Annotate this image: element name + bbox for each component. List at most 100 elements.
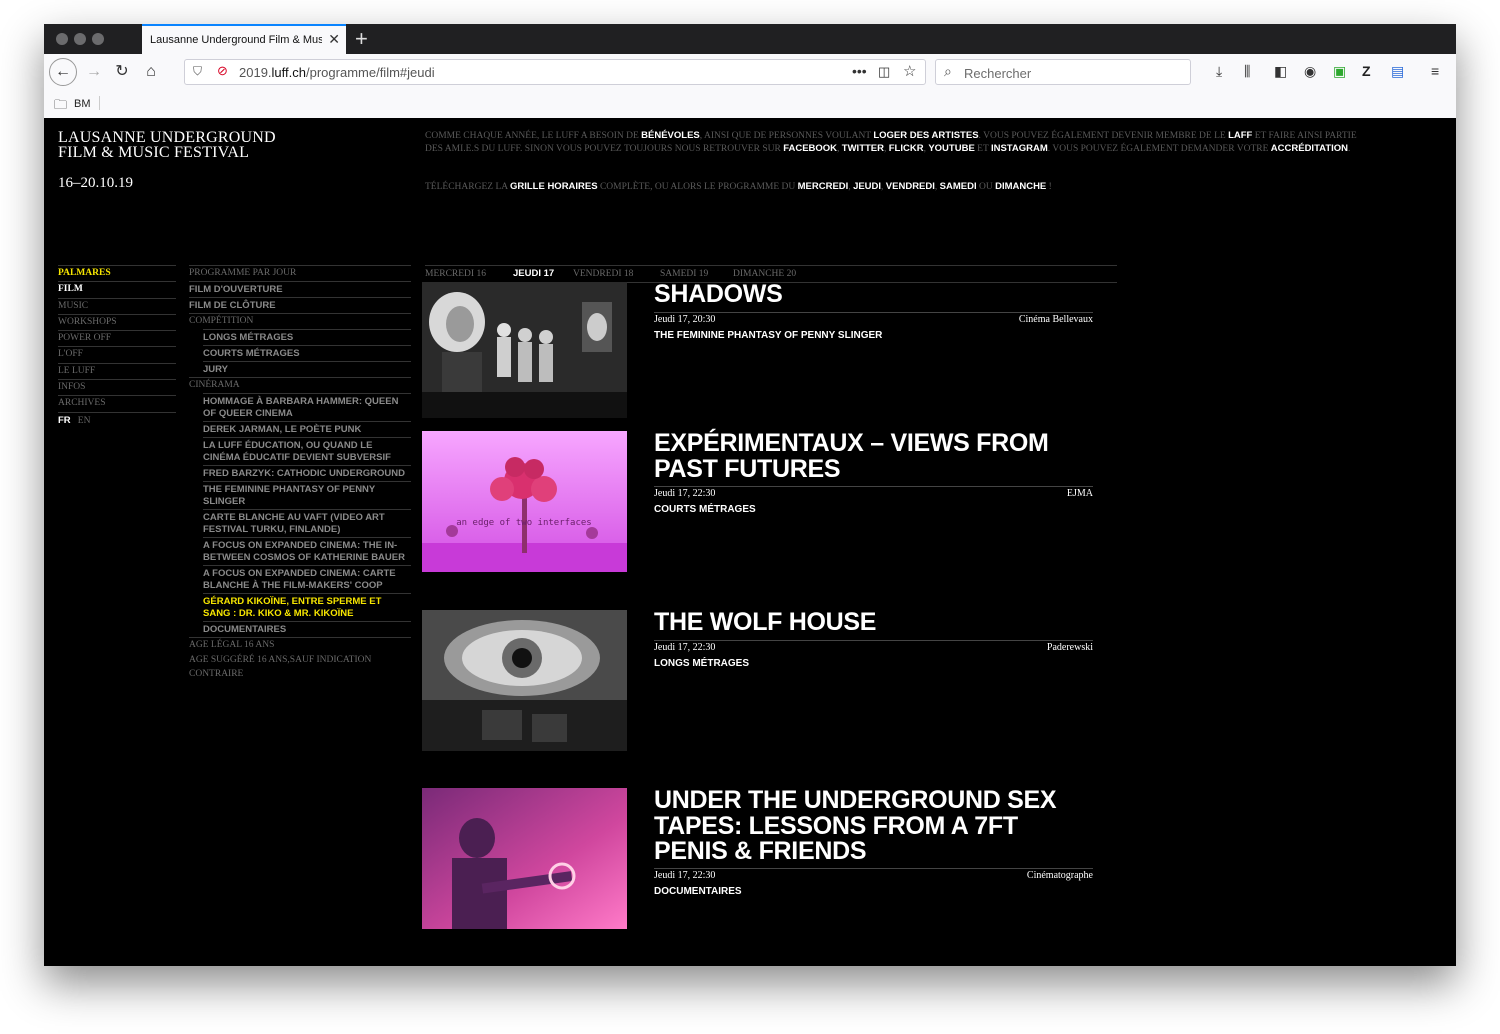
insecure-lock-icon[interactable]: ⊘ [217, 63, 228, 79]
age-suggested-note: AGE SUGGÉRÉ 16 ANS,SAUF INDICATION CONTR… [189, 655, 372, 679]
lang-en[interactable]: EN [78, 416, 91, 426]
url-bar[interactable]: ⛉ ⊘ 2019.luff.ch/programme/film#jeudi ••… [184, 59, 926, 85]
intro-text-part: . VOUS POUVEZ ÉGALEMENT DEVENIR MEMBRE D… [978, 131, 1229, 141]
entry-venue: Cinéma Bellevaux [1018, 314, 1093, 325]
account-icon[interactable]: ◉ [1304, 63, 1316, 80]
language-switch: FR EN [58, 411, 176, 429]
film-thumbnail[interactable] [422, 610, 627, 751]
nav-archives[interactable]: ARCHIVES [58, 395, 176, 411]
star-icon[interactable]: ☆ [903, 62, 916, 80]
subnav-luff-education[interactable]: LA LUFF ÉDUCATION, OU QUAND LE CINÉMA ÉD… [203, 437, 411, 465]
extension-green-icon[interactable]: ▣ [1333, 63, 1346, 80]
menu-icon[interactable]: ≡ [1431, 63, 1439, 79]
link-youtube[interactable]: YOUTUBE [928, 143, 974, 154]
subnav-longs-metrages[interactable]: LONGS MÉTRAGES [203, 329, 411, 345]
entry-category[interactable]: COURTS MÉTRAGES [654, 504, 756, 515]
entry-title[interactable]: EXPÉRIMENTAUX – VIEWS FROM PAST FUTURES [654, 430, 1084, 482]
entry-category[interactable]: LONGS MÉTRAGES [654, 658, 749, 669]
new-tab-icon[interactable]: + [355, 26, 368, 52]
entry-meta: Jeudi 17, 20:30 Cinéma Bellevaux [654, 312, 1093, 327]
entry-category[interactable]: DOCUMENTAIRES [654, 886, 742, 897]
url-path: /programme/film#jeudi [306, 65, 435, 80]
link-jeudi[interactable]: JEUDI [853, 181, 881, 192]
more-actions-icon[interactable]: ••• [852, 63, 867, 79]
url-text: 2019.luff.ch/programme/film#jeudi [239, 65, 435, 80]
link-samedi[interactable]: SAMEDI [940, 181, 977, 192]
entry-title[interactable]: THE WOLF HOUSE [654, 609, 1084, 636]
entry-title[interactable]: SHADOWS [654, 281, 1084, 308]
nav-power-off[interactable]: POWER OFF [58, 330, 176, 346]
sidebar-icon[interactable]: ◧ [1274, 63, 1287, 80]
window-zoom-dot[interactable] [92, 33, 104, 45]
link-facebook[interactable]: FACEBOOK [783, 143, 837, 154]
nav-loff[interactable]: L'OFF [58, 346, 176, 362]
nav-workshops[interactable]: WORKSHOPS [58, 313, 176, 330]
reload-icon[interactable]: ↻ [110, 60, 134, 84]
nav-le-luff[interactable]: LE LUFF [58, 362, 176, 379]
link-mercredi[interactable]: MERCREDI [798, 181, 849, 192]
subnav-film-ouverture[interactable]: FILM D'OUVERTURE [189, 281, 411, 297]
subnav-cinerama[interactable]: CINÉRAMA [189, 377, 411, 393]
site-title[interactable]: LAUSANNE UNDERGROUND FILM & MUSIC FESTIV… [58, 130, 276, 161]
nav-film[interactable]: FILM [58, 281, 176, 297]
subnav-derek-jarman[interactable]: DEREK JARMAN, LE POÈTE PUNK [203, 421, 411, 437]
nav-infos[interactable]: INFOS [58, 379, 176, 395]
nav-palmares[interactable]: PALMARES [58, 265, 176, 281]
entry-category[interactable]: THE FEMININE PHANTASY OF PENNY SLINGER [654, 330, 882, 341]
link-vendredi[interactable]: VENDREDI [886, 181, 935, 192]
link-dimanche[interactable]: DIMANCHE [995, 181, 1046, 192]
subnav-katherine-bauer[interactable]: A FOCUS ON EXPANDED CINEMA: THE IN-BETWE… [203, 537, 411, 565]
tab-title: Lausanne Underground Film & Music Festiv… [150, 34, 322, 46]
search-bar[interactable]: ⌕ Rechercher [935, 59, 1191, 85]
entry-datetime: Jeudi 17, 22:30 [654, 488, 716, 499]
film-thumbnail[interactable] [422, 282, 627, 418]
entry-title[interactable]: UNDER THE UNDERGROUND SEX TAPES: LESSONS… [654, 787, 1084, 865]
subnav-documentaires[interactable]: DOCUMENTAIRES [203, 621, 411, 637]
link-twitter[interactable]: TWITTER [842, 143, 884, 154]
url-domain: luff.ch [271, 65, 306, 80]
tab-strip: Lausanne Underground Film & Music Festiv… [44, 24, 1456, 54]
home-icon[interactable]: ⌂ [139, 60, 163, 84]
back-icon[interactable]: ← [49, 58, 77, 86]
page-content: LAUSANNE UNDERGROUND FILM & MUSIC FESTIV… [44, 118, 1456, 966]
subnav-penny-slinger[interactable]: THE FEMININE PHANTASY OF PENNY SLINGER [203, 481, 411, 509]
window-minimize-dot[interactable] [74, 33, 86, 45]
nav-music[interactable]: MUSIC [58, 297, 176, 314]
link-benevoles[interactable]: BÉNÉVOLES [641, 130, 700, 141]
pocket-icon[interactable]: ◫ [878, 64, 890, 80]
window-close-dot[interactable] [56, 33, 68, 45]
browser-tab[interactable]: Lausanne Underground Film & Music Festiv… [142, 24, 346, 54]
lang-fr[interactable]: FR [58, 415, 71, 426]
bookmark-folder-bm[interactable]: BM [74, 98, 91, 110]
subnav-gerard-kikoine[interactable]: GÉRARD KIKOÏNE, ENTRE SPERME ET SANG : D… [203, 593, 411, 621]
subnav-programme-par-jour[interactable]: PROGRAMME PAR JOUR [189, 265, 411, 281]
save-icon[interactable]: ▤ [1391, 63, 1404, 80]
close-icon[interactable]: ✕ [328, 31, 340, 48]
link-grille-horaires[interactable]: GRILLE HORAIRES [510, 181, 598, 192]
subnav-competition[interactable]: COMPÉTITION [189, 313, 411, 329]
film-thumbnail[interactable] [422, 788, 627, 929]
link-laff[interactable]: LAFF [1228, 130, 1252, 141]
forward-icon[interactable]: → [82, 60, 106, 84]
subnav-film-makers-coop[interactable]: A FOCUS ON EXPANDED CINEMA: CARTE BLANCH… [203, 565, 411, 593]
link-flickr[interactable]: FLICKR [889, 143, 924, 154]
library-icon[interactable]: ⫼ [1244, 63, 1250, 80]
tab-vendredi-18[interactable]: VENDREDI 18 [573, 266, 633, 282]
download-icon[interactable]: ⤓ [1216, 63, 1222, 80]
link-loger-artistes[interactable]: LOGER DES ARTISTES [873, 130, 978, 141]
subnav-jury[interactable]: JURY [203, 361, 411, 377]
site-title-line2: FILM & MUSIC FESTIVAL [58, 144, 250, 161]
subnav-fred-barzyk[interactable]: FRED BARZYK: CATHODIC UNDERGROUND [203, 465, 411, 481]
subnav-barbara-hammer[interactable]: HOMMAGE À BARBARA HAMMER: QUEEN OF QUEER… [203, 393, 411, 421]
search-input[interactable]: Rechercher [964, 66, 1031, 81]
tab-jeudi-17[interactable]: JEUDI 17 [513, 266, 554, 282]
shield-icon[interactable]: ⛉ [193, 64, 202, 79]
subnav-vaft[interactable]: CARTE BLANCHE AU VAFT (VIDEO ART FESTIVA… [203, 509, 411, 537]
link-instagram[interactable]: INSTAGRAM [991, 143, 1048, 154]
film-thumbnail[interactable]: an edge of two interfaces [422, 431, 627, 572]
link-accreditation[interactable]: ACCRÉDITATION [1271, 143, 1348, 154]
subnav-film-cloture[interactable]: FILM DE CLÔTURE [189, 297, 411, 313]
zotero-icon[interactable]: Z [1362, 63, 1371, 79]
subnav-courts-metrages[interactable]: COURTS MÉTRAGES [203, 345, 411, 361]
tab-mercredi-16[interactable]: MERCREDI 16 [425, 266, 486, 282]
